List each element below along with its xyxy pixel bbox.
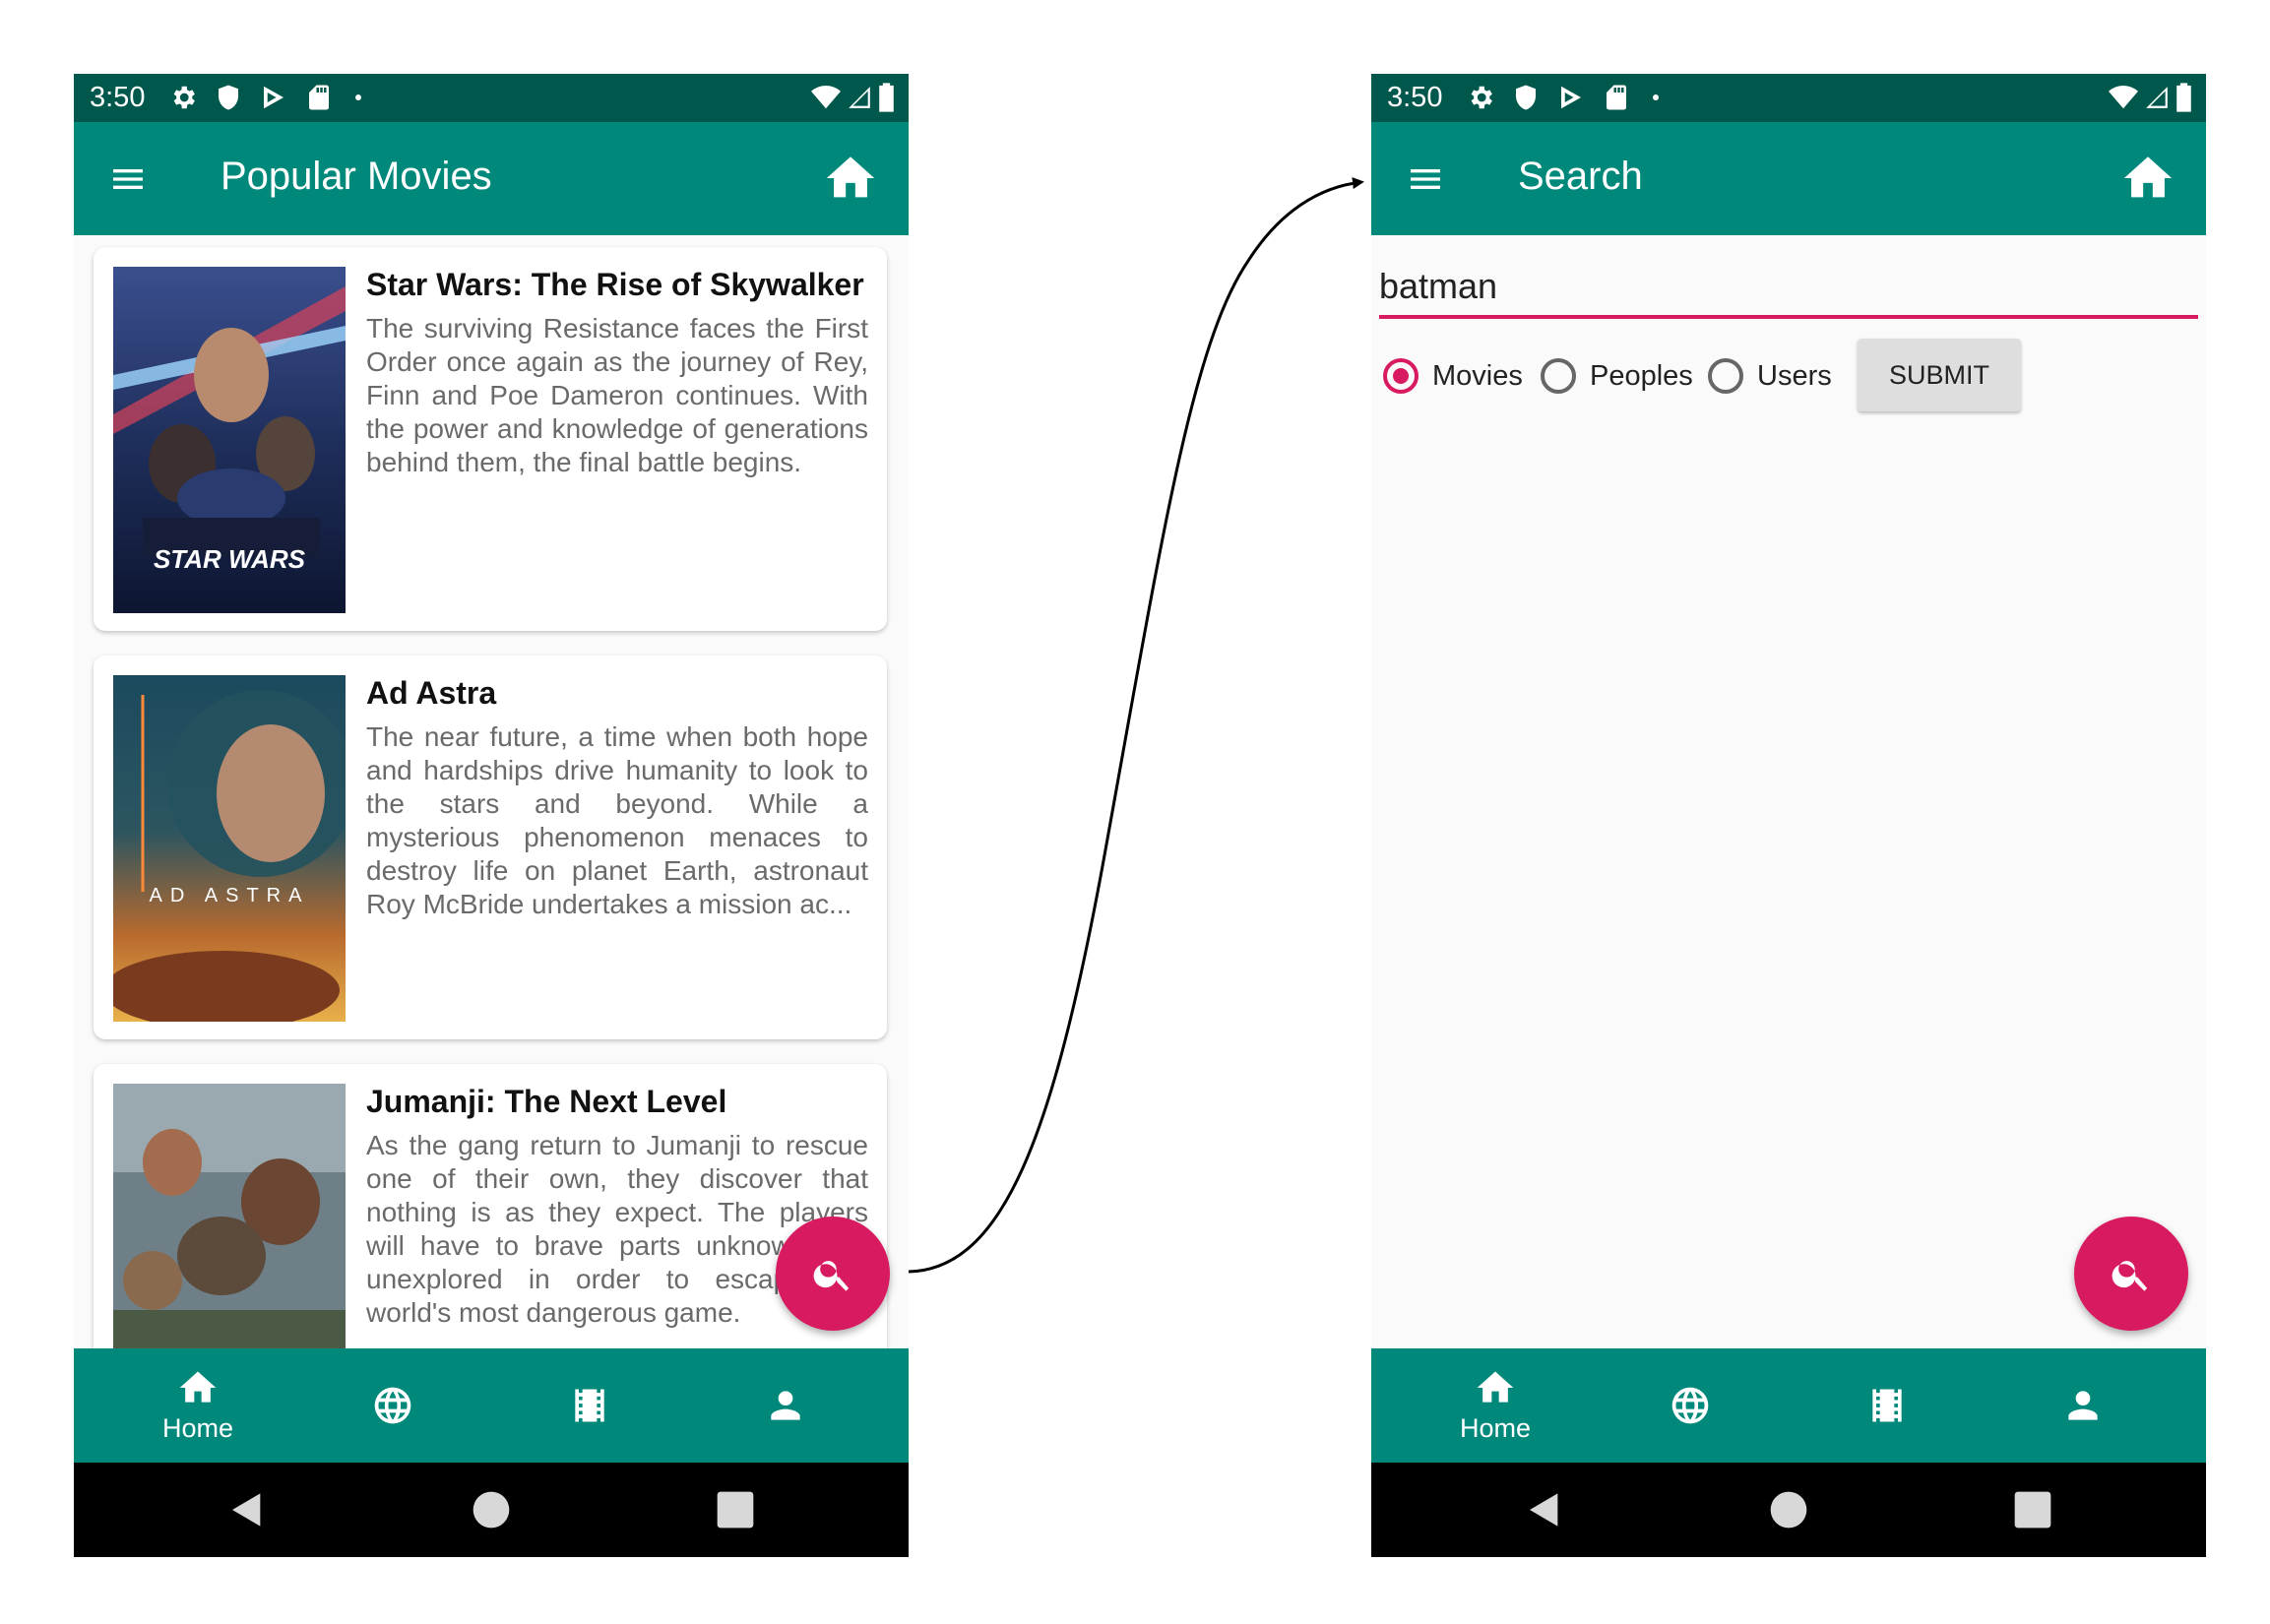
signal-icon: [2144, 83, 2170, 112]
nav-profile[interactable]: [1985, 1348, 2181, 1463]
notification-dot-icon: [349, 83, 367, 112]
page-title: Popular Movies: [221, 155, 492, 198]
globe-icon: [371, 1384, 414, 1427]
battery-icon: [878, 83, 895, 112]
signal-icon: [847, 83, 872, 112]
radio-label: Movies: [1432, 359, 1523, 392]
wifi-icon: [2109, 83, 2138, 112]
home-icon[interactable]: [2119, 150, 2176, 207]
wifi-icon: [811, 83, 841, 112]
film-icon: [1865, 1384, 1909, 1427]
home-icon: [176, 1366, 220, 1409]
radio-label: Peoples: [1590, 359, 1693, 392]
system-navigation-bar: [1371, 1463, 2206, 1557]
search-icon: [2110, 1252, 2153, 1295]
circle-home-icon[interactable]: [472, 1490, 511, 1530]
nav-home-label: Home: [1459, 1413, 1532, 1443]
bottom-navigation: Home: [1371, 1348, 2206, 1463]
person-icon: [2061, 1384, 2105, 1427]
settings-icon: [168, 83, 198, 112]
person-icon: [764, 1384, 807, 1427]
nav-discover[interactable]: [1592, 1348, 1789, 1463]
sd-card-icon: [1602, 83, 1631, 112]
settings-icon: [1466, 83, 1495, 112]
nav-home[interactable]: Home: [1397, 1348, 1594, 1463]
recents-icon[interactable]: [2013, 1490, 2052, 1530]
movie-title: Ad Astra: [366, 675, 497, 711]
movie-card[interactable]: Jumanji: The Next Level As the gang retu…: [94, 1064, 887, 1348]
home-icon[interactable]: [822, 150, 879, 207]
globe-icon: [1669, 1384, 1712, 1427]
nav-discover[interactable]: [294, 1348, 491, 1463]
film-icon: [568, 1384, 611, 1427]
movie-poster: [113, 1084, 346, 1348]
status-bar: 3:50: [74, 74, 909, 122]
movie-title: Jumanji: The Next Level: [366, 1084, 727, 1119]
submit-button[interactable]: SUBMIT: [1858, 339, 2021, 411]
movie-overview: The near future, a time when both hope a…: [366, 721, 868, 919]
movie-card[interactable]: AD ASTRA Ad Astra The near future, a tim…: [94, 656, 887, 1039]
radio-button[interactable]: [1708, 358, 1743, 394]
play-store-icon: [1556, 83, 1586, 112]
search-type-options: Movies Peoples Users SUBMIT: [1383, 339, 2200, 413]
radio-users[interactable]: Users: [1708, 339, 1832, 413]
search-form: Movies Peoples Users SUBMIT: [1371, 235, 2206, 1348]
menu-icon[interactable]: [1405, 159, 1446, 199]
back-icon[interactable]: [227, 1490, 267, 1530]
menu-icon[interactable]: [107, 159, 149, 199]
search-field[interactable]: [1379, 262, 2198, 319]
nav-home[interactable]: Home: [99, 1348, 296, 1463]
movie-poster: STAR WARS: [113, 267, 346, 613]
page-title: Search: [1518, 155, 1643, 198]
movie-poster: AD ASTRA: [113, 675, 346, 1022]
poster-logo: AD ASTRA: [150, 885, 310, 906]
notification-dot-icon: [1647, 83, 1665, 112]
radio-button[interactable]: [1541, 358, 1576, 394]
home-icon: [1474, 1366, 1517, 1409]
play-store-icon: [259, 83, 288, 112]
app-bar: Search: [1371, 122, 2206, 235]
search-icon: [811, 1252, 854, 1295]
nav-home-label: Home: [161, 1413, 234, 1443]
search-input[interactable]: [1379, 262, 2186, 311]
radio-label: Users: [1757, 359, 1832, 392]
back-icon[interactable]: [1525, 1490, 1564, 1530]
movie-card[interactable]: STAR WARS Star Wars: The Rise of Skywalk…: [94, 247, 887, 631]
app-bar: Popular Movies: [74, 122, 909, 235]
search-fab[interactable]: [2074, 1217, 2188, 1331]
shield-icon: [1511, 83, 1541, 112]
radio-movies[interactable]: Movies: [1383, 339, 1523, 413]
shield-icon: [214, 83, 243, 112]
movie-overview: The surviving Resistance faces the First…: [366, 313, 868, 477]
movie-title: Star Wars: The Rise of Skywalker: [366, 267, 864, 302]
bottom-navigation: Home: [74, 1348, 909, 1463]
poster-logo: STAR WARS: [154, 544, 306, 574]
battery-icon: [2175, 83, 2192, 112]
status-bar: 3:50: [1371, 74, 2206, 122]
system-navigation-bar: [74, 1463, 909, 1557]
nav-movies[interactable]: [1789, 1348, 1986, 1463]
popular-movies-screen: 3:50 Popular Movies STAR WARS Star Wars:…: [74, 74, 909, 1557]
sd-card-icon: [304, 83, 334, 112]
nav-profile[interactable]: [687, 1348, 884, 1463]
movie-list[interactable]: STAR WARS Star Wars: The Rise of Skywalk…: [74, 235, 909, 1348]
circle-home-icon[interactable]: [1769, 1490, 1808, 1530]
search-fab[interactable]: [776, 1217, 890, 1331]
search-screen: 3:50 Search Movies: [1371, 74, 2206, 1557]
radio-button-checked[interactable]: [1383, 358, 1419, 394]
recents-icon[interactable]: [716, 1490, 755, 1530]
status-time: 3:50: [90, 82, 146, 113]
status-time: 3:50: [1387, 82, 1443, 113]
nav-movies[interactable]: [491, 1348, 688, 1463]
radio-peoples[interactable]: Peoples: [1541, 339, 1693, 413]
